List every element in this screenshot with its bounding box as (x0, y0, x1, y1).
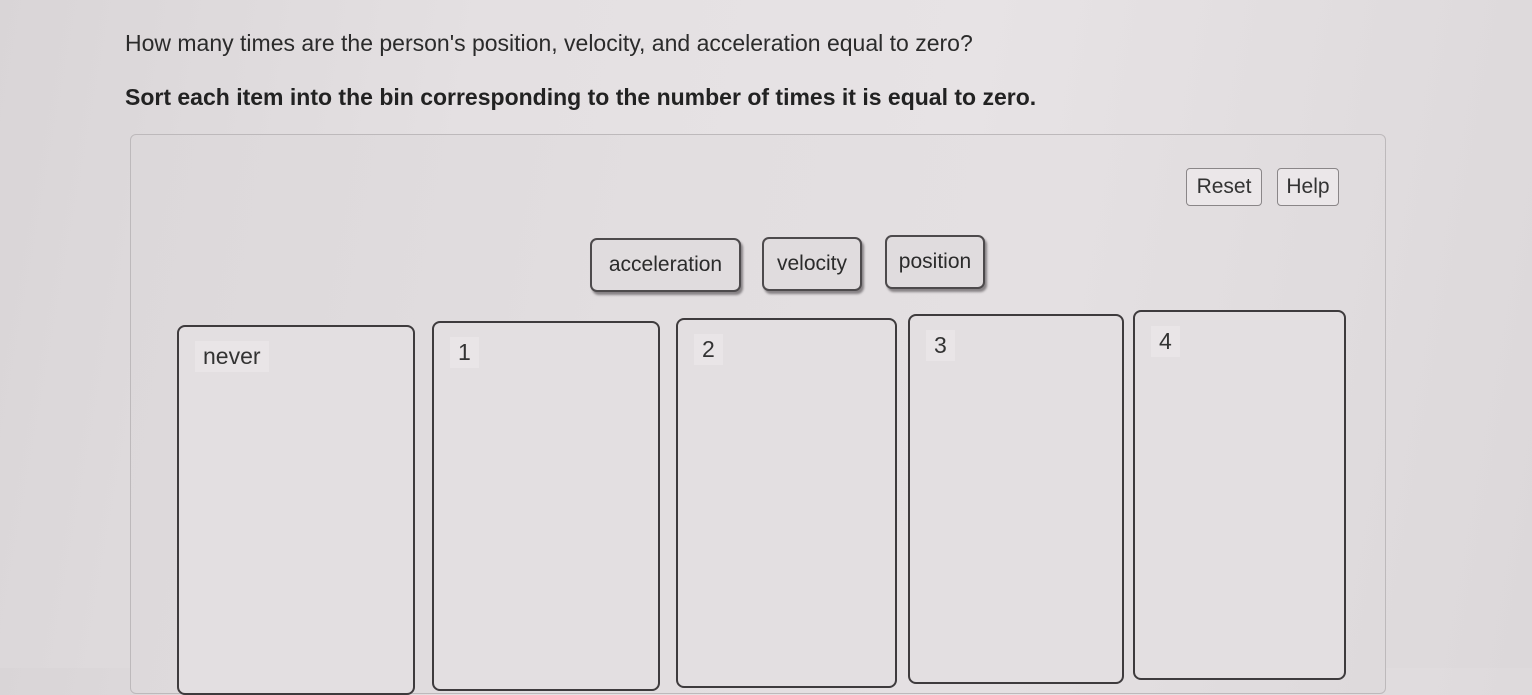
reset-button[interactable]: Reset (1186, 168, 1262, 206)
bin-3[interactable]: 3 (908, 314, 1124, 684)
draggable-item-velocity[interactable]: velocity (762, 237, 862, 291)
bin-1[interactable]: 1 (432, 321, 660, 691)
instruction-text: Sort each item into the bin correspondin… (125, 84, 1037, 110)
bin-label: 4 (1151, 326, 1180, 357)
bin-never[interactable]: never (177, 325, 415, 695)
draggable-item-position[interactable]: position (885, 235, 985, 289)
draggable-item-acceleration[interactable]: acceleration (590, 238, 741, 292)
bin-4[interactable]: 4 (1133, 310, 1346, 680)
bin-label: never (195, 341, 269, 372)
bin-label: 2 (694, 334, 723, 365)
bin-label: 3 (926, 330, 955, 361)
question-text: How many times are the person's position… (125, 30, 973, 56)
help-button[interactable]: Help (1277, 168, 1339, 206)
bin-label: 1 (450, 337, 479, 368)
bin-2[interactable]: 2 (676, 318, 897, 688)
